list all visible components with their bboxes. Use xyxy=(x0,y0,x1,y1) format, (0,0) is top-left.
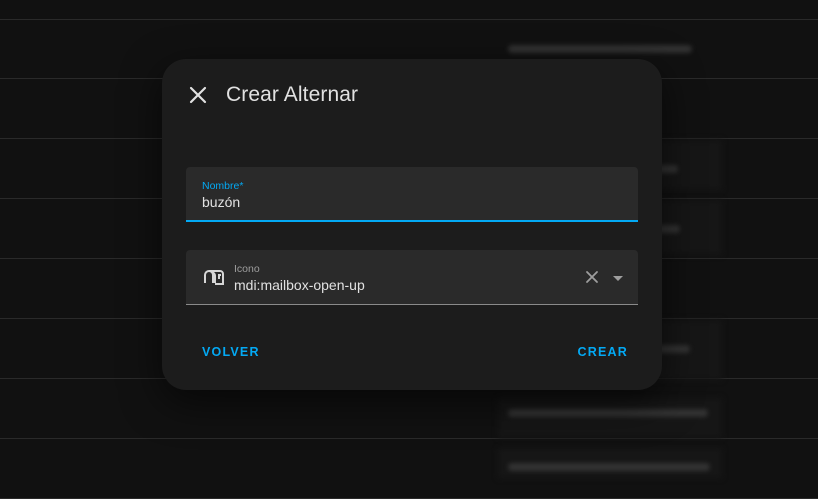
name-field-label: Nombre* xyxy=(202,180,244,192)
icon-field-value[interactable]: mdi:mailbox-open-up xyxy=(234,277,365,293)
dialog-title: Crear Alternar xyxy=(226,83,359,106)
table-row xyxy=(0,0,818,20)
icon-field-label: Icono xyxy=(234,263,260,275)
blurred-text xyxy=(508,45,692,53)
background-panel xyxy=(498,398,722,438)
back-button[interactable]: VOLVER xyxy=(202,345,260,359)
name-field[interactable]: Nombre* buzón xyxy=(186,167,638,222)
close-icon xyxy=(189,86,207,104)
mailbox-open-up-icon xyxy=(204,270,224,285)
dropdown-arrow-icon[interactable] xyxy=(610,270,626,286)
clear-icon[interactable] xyxy=(584,269,600,285)
close-button[interactable] xyxy=(184,81,212,109)
blurred-text xyxy=(508,463,710,471)
create-toggle-dialog: Crear Alternar Nombre* buzón Icono mdi:m… xyxy=(162,59,662,390)
name-field-value[interactable]: buzón xyxy=(202,194,240,210)
blurred-text xyxy=(508,409,708,417)
create-button[interactable]: CREAR xyxy=(578,345,628,359)
icon-picker-field[interactable]: Icono mdi:mailbox-open-up xyxy=(186,250,638,305)
